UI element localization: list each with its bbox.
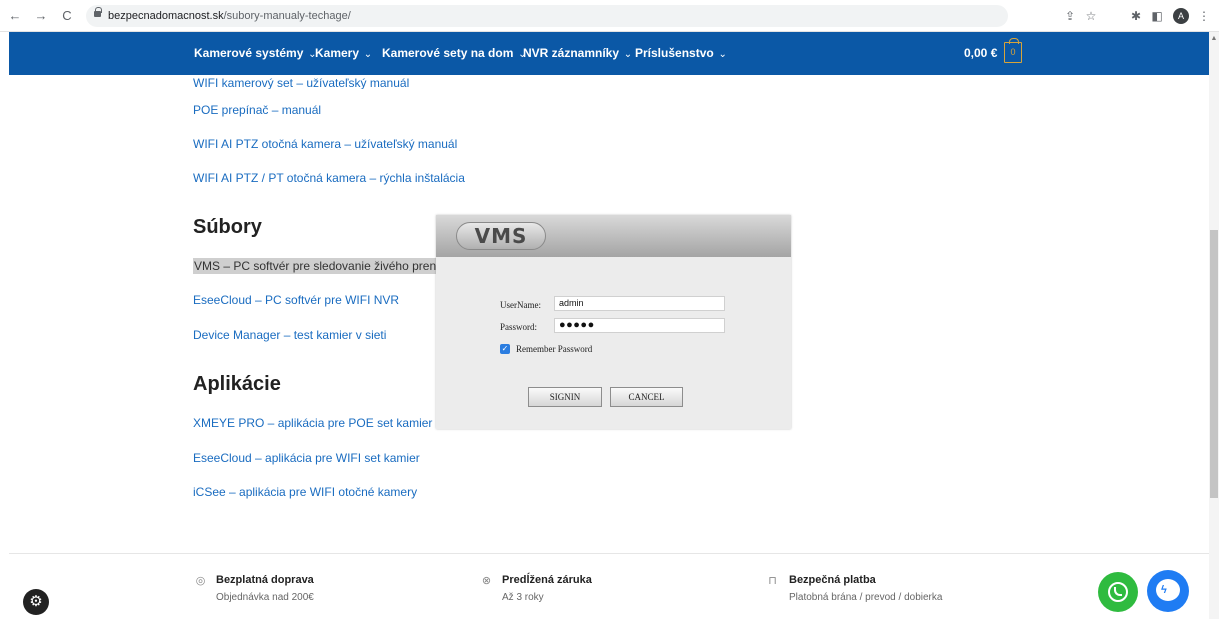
chevron-down-icon: ⌄ [715, 49, 727, 60]
feature-subtitle: Platobná brána / prevod / dobierka [789, 592, 943, 603]
url-domain: bezpecnadomacnost.sk [108, 10, 224, 22]
cookie-settings-gear-icon[interactable]: ⚙ [23, 589, 49, 615]
messenger-chat-button[interactable]: ϟ [1147, 570, 1189, 612]
nav-label: Kamerové sety na dom [382, 46, 514, 60]
reload-icon[interactable]: C [60, 8, 74, 24]
signin-button[interactable]: SIGNIN [528, 387, 602, 407]
whatsapp-chat-button[interactable] [1098, 572, 1138, 612]
nav-label: Kamerové systémy [194, 46, 304, 60]
lock-icon: ⊓ [768, 575, 777, 587]
browser-toolbar: ← → C bezpecnadomacnost.sk/subory-manual… [0, 0, 1219, 32]
forward-arrow-icon[interactable]: → [34, 8, 48, 24]
nav-item-kamerove-sety[interactable]: Kamerové sety na dom ⌄ [382, 46, 527, 62]
cart-total[interactable]: 0,00 € [964, 46, 997, 60]
url-path: /subory-manualy-techage/ [223, 10, 351, 22]
nav-item-kamerove-systemy[interactable]: Kamerové systémy ⌄ [194, 46, 317, 62]
vms-login-dialog: VMS UserName: admin Password: ●●●●● ✓ Re… [436, 215, 791, 429]
apps-heading: Aplikácie [193, 373, 281, 395]
file-link[interactable]: EseeCloud – PC softvér pre WIFI NVR [193, 292, 399, 308]
bookmark-star-icon[interactable]: ☆ [1084, 8, 1098, 24]
warranty-badge-icon: ⊗ [481, 575, 492, 587]
app-link[interactable]: iCSee – aplikácia pre WIFI otočné kamery [193, 484, 417, 500]
file-link[interactable]: VMS – PC softvér pre sledovanie živého p… [193, 258, 448, 274]
password-input[interactable]: ●●●●● [554, 318, 725, 333]
cancel-button[interactable]: CANCEL [610, 387, 683, 407]
lightning-icon: ϟ [1161, 584, 1167, 596]
scrollbar-thumb[interactable] [1210, 230, 1218, 498]
feature-subtitle: Objednávka nad 200€ [216, 592, 314, 603]
share-icon[interactable]: ⇪ [1063, 8, 1077, 24]
back-arrow-icon[interactable]: ← [8, 8, 22, 24]
manual-link[interactable]: WIFI AI PTZ / PT otočná kamera – rýchla … [193, 170, 465, 186]
remember-password-checkbox[interactable]: ✓ [500, 344, 510, 354]
app-link[interactable]: XMEYE PRO – aplikácia pre POE set kamier [193, 415, 432, 431]
profile-avatar[interactable]: A [1173, 8, 1189, 24]
chevron-down-icon: ⌄ [361, 49, 373, 60]
manual-link[interactable]: WIFI AI PTZ otočná kamera – užívateľský … [193, 136, 457, 152]
app-link[interactable]: EseeCloud – aplikácia pre WIFI set kamie… [193, 450, 420, 466]
files-heading: Súbory [193, 216, 262, 238]
username-label: UserName: [500, 300, 541, 310]
vms-logo: VMS [456, 222, 546, 250]
footer-divider [9, 553, 1209, 554]
chevron-down-icon: ⌄ [621, 49, 633, 60]
feature-subtitle: Až 3 roky [502, 592, 544, 603]
secure-lock-icon[interactable] [94, 7, 102, 17]
messenger-icon [1156, 579, 1180, 601]
site-header: Kamerové systémy ⌄ Kamery ⌄ Kamerové set… [9, 32, 1209, 75]
feature-title: Bezpečná platba [789, 574, 876, 586]
location-pin-icon: ◎ [195, 575, 206, 587]
page: ← → C bezpecnadomacnost.sk/subory-manual… [0, 0, 1219, 619]
nav-label: Príslušenstvo [635, 46, 714, 60]
password-label: Password: [500, 322, 538, 332]
feature-title: Bezplatná doprava [216, 574, 314, 586]
vms-title-bar[interactable]: VMS [436, 215, 791, 257]
file-link[interactable]: Device Manager – test kamier v sieti [193, 327, 386, 343]
manual-link[interactable]: WIFI kamerový set – užívateľský manuál [193, 75, 409, 89]
nav-item-nvr-zaznamniky[interactable]: NVR záznamníky ⌄ [523, 46, 632, 62]
cart-bag-icon[interactable]: 0 [1004, 38, 1022, 63]
feature-title: Predĺžená záruka [502, 574, 592, 586]
nav-label: NVR záznamníky [523, 46, 620, 60]
scroll-up-arrow-icon[interactable]: ▲ [1210, 35, 1218, 43]
nav-label: Kamery [315, 46, 360, 60]
side-panel-icon[interactable]: ◧ [1150, 8, 1164, 24]
manual-link[interactable]: POE prepínač – manuál [193, 102, 321, 118]
nav-item-prislusenstvo[interactable]: Príslušenstvo ⌄ [635, 46, 727, 62]
extensions-puzzle-icon[interactable]: ✱ [1129, 8, 1143, 24]
nav-item-kamery[interactable]: Kamery ⌄ [315, 46, 372, 62]
browser-menu-icon[interactable]: ⋮ [1197, 8, 1211, 24]
url-text[interactable]: bezpecnadomacnost.sk/subory-manualy-tech… [108, 9, 351, 23]
remember-password-label: Remember Password [516, 344, 593, 354]
username-input[interactable]: admin [554, 296, 725, 311]
